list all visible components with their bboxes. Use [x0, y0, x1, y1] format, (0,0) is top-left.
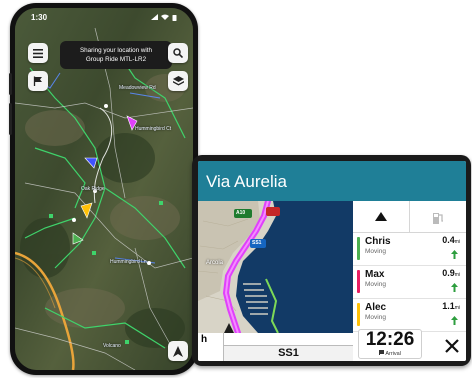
navigation-map[interactable] — [198, 201, 353, 333]
road-shield-label: A10 — [236, 210, 246, 216]
distance-unit: mi — [454, 272, 460, 278]
rider-row[interactable]: Alec Moving 1.1mi — [353, 299, 466, 332]
direction-arrow-icon — [451, 283, 458, 292]
fuel-button[interactable] — [409, 201, 466, 232]
rider-row[interactable]: Chris Moving 0.4mi — [353, 233, 466, 266]
layers-button[interactable] — [168, 71, 188, 91]
phone-side-button — [9, 73, 12, 95]
road-shield-label: SS1 — [252, 240, 262, 246]
status-icons — [151, 14, 177, 21]
banner-line: Group Ride MTL-LR2 — [85, 56, 147, 63]
close-button[interactable] — [441, 335, 463, 357]
caret-up-icon — [375, 212, 387, 221]
map-place-label: Arcola — [206, 260, 224, 266]
map-label: Hummingbird Ct — [135, 126, 172, 132]
rider-distance: 1.1mi — [442, 301, 460, 311]
product-composite: Hummingbird Ct Meadowview Rd Hummingbird… — [0, 0, 472, 378]
search-button[interactable] — [168, 43, 188, 63]
flag-icon — [33, 76, 42, 86]
status-time: 1:30 — [31, 12, 48, 22]
arrival-label: Arrival — [359, 350, 421, 357]
phone-screen: Hummingbird Ct Meadowview Rd Hummingbird… — [15, 8, 193, 370]
direction-arrow-icon — [451, 250, 458, 259]
map-label: Meadowview Rd — [119, 85, 156, 91]
rider-status: Moving — [365, 314, 386, 321]
map-label: Volcano — [103, 343, 121, 349]
phone-side-button — [9, 103, 12, 135]
menu-icon — [33, 48, 43, 58]
phone-device: Hummingbird Ct Meadowview Rd Hummingbird… — [9, 3, 198, 375]
car-display-screen: Via Aurelia A10 SS1 Arcola Chris Moving … — [198, 161, 466, 361]
search-icon — [173, 48, 183, 58]
arrival-time-box[interactable]: 12:26 Arrival — [358, 329, 422, 359]
rider-color-bar — [357, 237, 360, 260]
distance-value: 0.4 — [442, 235, 455, 245]
status-bar: 1:30 — [15, 8, 193, 26]
rider-distance: 0.4mi — [442, 235, 460, 245]
street-name: Via Aurelia — [206, 172, 287, 191]
flag-button[interactable] — [28, 71, 48, 91]
speed-partial-label: h — [201, 334, 208, 345]
rider-distance: 0.9mi — [442, 268, 460, 278]
bottom-bar: h SS1 12:26 Arrival — [198, 329, 466, 361]
recenter-button[interactable] — [168, 341, 188, 361]
fuel-pump-icon — [433, 212, 443, 224]
rider-row[interactable]: Max Moving 0.9mi — [353, 266, 466, 299]
distance-unit: mi — [454, 305, 460, 311]
road-shield-marker — [266, 207, 280, 216]
distance-value: 1.1 — [442, 301, 455, 311]
checkered-flag-icon — [379, 350, 385, 355]
collapse-button[interactable] — [353, 201, 409, 232]
current-road-name: SS1 — [224, 345, 353, 361]
map-label: Hummingbird Ln — [110, 259, 147, 265]
arrival-time: 12:26 — [365, 329, 415, 350]
location-sharing-banner[interactable]: Sharing your location with Group Ride MT… — [60, 41, 172, 69]
car-display-device: Via Aurelia A10 SS1 Arcola Chris Moving … — [192, 155, 471, 366]
direction-arrow-icon — [451, 316, 458, 325]
close-icon — [445, 339, 459, 353]
speed-box: h — [198, 333, 224, 361]
navigation-arrow-icon — [173, 345, 183, 357]
battery-icon — [172, 14, 177, 21]
wifi-icon — [161, 14, 169, 20]
street-header: Via Aurelia — [198, 161, 466, 201]
panel-toolbar — [353, 201, 466, 233]
menu-button[interactable] — [28, 43, 48, 63]
rider-color-bar — [357, 270, 360, 293]
rider-status: Moving — [365, 248, 386, 255]
distance-unit: mi — [454, 239, 460, 245]
map-label: Oak Ridge — [81, 186, 105, 192]
arrival-label-text: Arrival — [385, 351, 401, 357]
layers-icon — [172, 76, 184, 86]
rider-status: Moving — [365, 281, 386, 288]
signal-icon — [151, 14, 158, 20]
distance-value: 0.9 — [442, 268, 455, 278]
banner-line: Sharing your location with — [79, 47, 153, 54]
rider-color-bar — [357, 303, 360, 326]
